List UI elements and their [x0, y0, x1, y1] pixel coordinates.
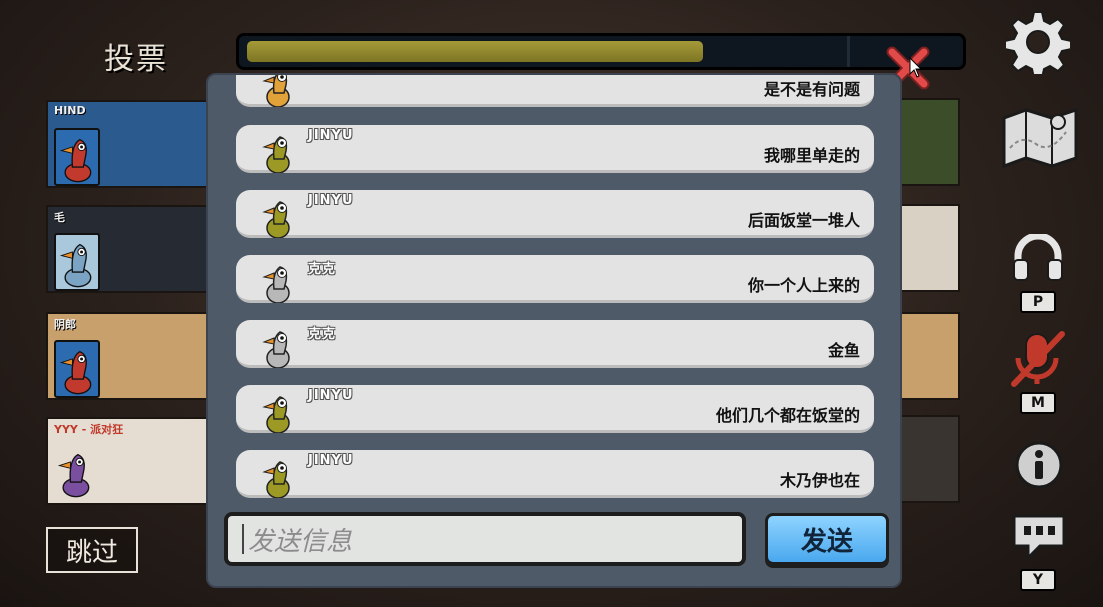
mic-muted-icon[interactable]	[1010, 328, 1066, 388]
timer-divider	[847, 36, 850, 67]
chat-key-badge: Y	[1020, 569, 1056, 591]
chat-message: JINYU 木乃伊也在	[236, 450, 874, 498]
player-portrait	[54, 233, 100, 291]
player-card[interactable]: HIND	[46, 100, 208, 188]
player-card-partial[interactable]	[900, 204, 960, 292]
message-sender: 克克	[308, 327, 337, 342]
message-text: 你一个人上来的	[747, 276, 860, 295]
chat-message: 克克金鱼	[236, 320, 874, 368]
goose-avatar-icon	[59, 350, 92, 395]
goose-avatar-icon	[262, 75, 290, 107]
skip-vote-button[interactable]: 跳过	[46, 527, 138, 573]
player-card[interactable]: 阴郎	[46, 312, 208, 400]
vote-timer-fill	[247, 41, 704, 62]
message-text: 金鱼	[827, 341, 860, 360]
goose-avatar-icon	[262, 331, 290, 368]
goose-avatar-icon	[262, 461, 290, 498]
headset-icon[interactable]	[1012, 234, 1064, 282]
message-text: 他们几个都在饭堂的	[715, 406, 860, 425]
goose-avatar-icon	[262, 136, 290, 173]
chat-message: JINYU 他们几个都在饭堂的	[236, 385, 874, 433]
chat-message: JINYU 后面饭堂一堆人	[236, 190, 874, 238]
message-sender: JINYU	[308, 128, 354, 143]
player-card[interactable]: YYY - 派对狂	[46, 417, 208, 505]
player-card-partial[interactable]	[900, 98, 960, 186]
goose-avatar-icon	[59, 138, 92, 183]
vote-title: 投票	[104, 42, 168, 77]
headset-key-badge: P	[1020, 291, 1056, 313]
gear-icon[interactable]	[1006, 10, 1070, 74]
message-sender: JINYU	[308, 453, 354, 468]
mic-key-badge: M	[1020, 392, 1056, 414]
player-card-partial[interactable]	[900, 312, 960, 400]
goose-avatar-icon	[262, 201, 290, 238]
vote-timer-bar	[236, 33, 966, 70]
text-caret	[242, 524, 244, 554]
chat-panel: 是不是有问题 JINYU 我哪里单走的 JINYU 后面饭堂一堆人 克克 你一个人上来的 克克…	[206, 73, 902, 588]
chat-message: 克克你一个人上来的	[236, 255, 874, 303]
player-portrait	[54, 128, 100, 186]
chat-input-placeholder: 发送信息	[248, 526, 353, 557]
message-sender: JINYU	[308, 388, 354, 403]
send-button[interactable]: 发送	[765, 513, 889, 565]
chat-message-list[interactable]: 是不是有问题 JINYU 我哪里单走的 JINYU 后面饭堂一堆人 克克 你一个人上来的 克克…	[236, 75, 876, 505]
message-sender: 克克	[308, 262, 337, 277]
message-text: 是不是有问题	[763, 80, 860, 99]
message-text: 我哪里单走的	[763, 146, 860, 165]
player-name: HIND	[54, 104, 86, 117]
player-portrait	[54, 445, 100, 503]
player-name: 毛	[54, 211, 65, 224]
info-icon[interactable]	[1014, 440, 1064, 490]
goose-avatar-icon	[262, 396, 290, 433]
player-card-partial[interactable]	[900, 415, 960, 503]
goose-avatar-icon	[59, 243, 92, 288]
player-card[interactable]: 毛	[46, 205, 208, 293]
player-portrait	[54, 340, 100, 398]
chat-message: 是不是有问题	[236, 75, 874, 107]
goose-avatar-icon	[57, 453, 90, 498]
goose-avatar-icon	[262, 266, 290, 303]
chat-input[interactable]: 发送信息	[224, 512, 746, 566]
chat-message: JINYU 我哪里单走的	[236, 125, 874, 173]
message-sender: JINYU	[308, 193, 354, 208]
message-text: 后面饭堂一堆人	[747, 211, 860, 230]
player-name: 阴郎	[54, 318, 76, 331]
chat-bubble-icon[interactable]	[1010, 512, 1068, 562]
message-text: 木乃伊也在	[779, 471, 860, 490]
player-name: YYY - 派对狂	[54, 423, 124, 436]
map-icon[interactable]	[1000, 104, 1080, 170]
